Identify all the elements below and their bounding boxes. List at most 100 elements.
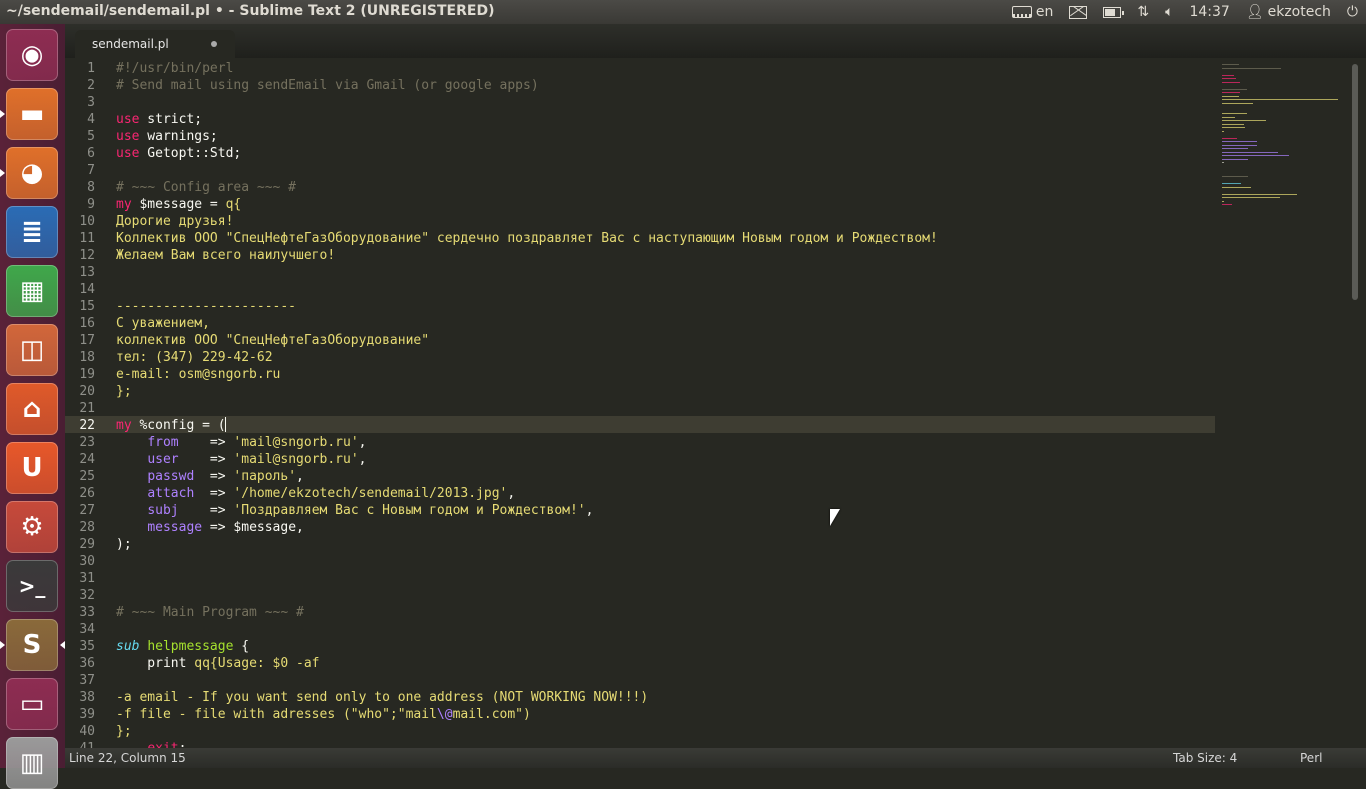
- impress-launcher-button[interactable]: ◫: [6, 324, 58, 376]
- firefox-icon: ◕: [20, 158, 44, 188]
- code-line[interactable]: Дорогие друзья!: [116, 213, 233, 230]
- workspace-switcher-launcher-button[interactable]: ▭: [6, 678, 58, 730]
- terminal-icon: >_: [18, 574, 46, 598]
- user-menu[interactable]: 👤︎ ekzotech: [1246, 4, 1331, 20]
- code-token: # Send mail using sendEmail via Gmail (o…: [116, 78, 539, 93]
- minimap[interactable]: [1218, 58, 1348, 748]
- code-line[interactable]: };: [116, 383, 132, 400]
- keyboard-layout-label: en: [1035, 4, 1054, 20]
- code-token: use: [116, 112, 140, 127]
- code-token: \@: [436, 707, 453, 722]
- code-token: # ~~~ Config area ~~~ #: [116, 180, 297, 195]
- minimap-line: [1222, 99, 1338, 100]
- code-line[interactable]: С уважением,: [116, 315, 210, 332]
- ubuntu-one-launcher-button[interactable]: U: [6, 442, 58, 494]
- code-line[interactable]: my $message = q{: [116, 196, 241, 213]
- code-line[interactable]: e-mail: osm@sngorb.ru: [116, 366, 280, 383]
- code-token: Getopt::Std;: [139, 146, 242, 161]
- battery-indicator[interactable]: [1103, 6, 1125, 18]
- minimap-line: [1222, 113, 1248, 114]
- code-line[interactable]: Коллектив ООО "СпецНефтеГазОборудование"…: [116, 230, 938, 247]
- syntax-setting[interactable]: Perl: [1300, 751, 1322, 765]
- code-line[interactable]: тел: (347) 229-42-62: [116, 349, 273, 366]
- editor-pane[interactable]: 1 2 3 4 5 6 7 8 9 10 11 12 13 14 15 16 17 18 19 20 21 22 23 24 2…: [65, 58, 1366, 748]
- code-line[interactable]: attach => '/home/ekzotech/sendemail/2013…: [116, 485, 515, 502]
- line-number: 24: [79, 452, 95, 467]
- line-number: 35: [79, 639, 95, 654]
- network-indicator[interactable]: ⇅: [1137, 4, 1149, 20]
- code-line[interactable]: };: [116, 723, 132, 740]
- code-line[interactable]: print qq{Usage: $0 -af: [116, 655, 320, 672]
- calc-launcher-button[interactable]: ▦: [6, 265, 58, 317]
- tab-size-setting[interactable]: Tab Size: 4: [1173, 751, 1237, 765]
- code-line[interactable]: sub helpmessage {: [116, 638, 249, 655]
- code-line[interactable]: from => 'mail@sngorb.ru',: [116, 434, 366, 451]
- minimap-line: [1222, 120, 1266, 121]
- line-number: 33: [79, 605, 95, 620]
- code-token: qq{Usage: $0 -af: [194, 656, 320, 671]
- minimap-line: [1222, 116, 1236, 118]
- code-token: helpmessage: [147, 639, 234, 654]
- terminal-launcher-button[interactable]: >_: [6, 560, 58, 612]
- dash-home-launcher-button[interactable]: ◉: [6, 29, 58, 81]
- line-number: 8: [87, 180, 95, 195]
- code-token: =>: [178, 503, 234, 518]
- code-line[interactable]: use Getopt::Std;: [116, 145, 241, 162]
- session-menu[interactable]: ⏻: [1347, 4, 1358, 20]
- trash-icon: ▥: [19, 748, 45, 778]
- code-line[interactable]: коллектив ООО "СпецНефтеГазОборудование": [116, 332, 429, 349]
- firefox-launcher-button[interactable]: ◕: [6, 147, 58, 199]
- code-token: $message =: [131, 197, 226, 212]
- code-line[interactable]: my %config = (: [116, 417, 226, 434]
- code-line[interactable]: -f file - file with adresses ("who";"mai…: [116, 706, 531, 723]
- status-bar: Line 22, Column 15 Tab Size: 4 Perl: [65, 748, 1366, 768]
- code-token: 'mail@sngorb.ru': [233, 435, 359, 450]
- minimap-line: [1222, 186, 1251, 188]
- code-token: mail.com"): [452, 707, 531, 722]
- files-launcher-button[interactable]: ▬: [6, 88, 58, 140]
- code-token: -f file - file with adresses ("who";"mai…: [116, 707, 437, 722]
- code-line[interactable]: # ~~~ Main Program ~~~ #: [116, 604, 304, 621]
- line-number: 4: [87, 112, 95, 127]
- code-line[interactable]: message => $message,: [116, 519, 304, 536]
- scrollbar-thumb[interactable]: [1352, 64, 1358, 300]
- code-token: sub: [116, 639, 140, 654]
- clock[interactable]: 14:37: [1189, 4, 1229, 20]
- code-line[interactable]: user => 'mail@sngorb.ru',: [116, 451, 366, 468]
- code-token: my: [116, 418, 132, 433]
- sublime-text-launcher-button[interactable]: S: [6, 619, 58, 671]
- code-line[interactable]: passwd => 'пароль',: [116, 468, 304, 485]
- code-line[interactable]: subj => 'Поздравляем Вас с Новым годом и…: [116, 502, 593, 519]
- code-token: e-mail: osm@sngorb.ru: [116, 367, 281, 382]
- line-number: 20: [79, 384, 95, 399]
- keyboard-indicator[interactable]: en: [1011, 4, 1054, 20]
- sound-indicator[interactable]: 🔈︎: [1165, 4, 1173, 20]
- code-line[interactable]: exit;: [116, 740, 186, 748]
- minimap-line: [1222, 95, 1239, 97]
- system-settings-launcher-button[interactable]: ⚙: [6, 501, 58, 553]
- writer-launcher-button[interactable]: ≣: [6, 206, 58, 258]
- running-indicator: [0, 641, 5, 649]
- messaging-indicator[interactable]: [1069, 5, 1088, 19]
- minimap-line: [1222, 127, 1246, 128]
- window-title: ~/sendemail/sendemail.pl • - Sublime Tex…: [6, 3, 495, 19]
- line-number: 5: [87, 129, 95, 144]
- code-line[interactable]: # Send mail using sendEmail via Gmail (o…: [116, 77, 539, 94]
- code-line[interactable]: use strict;: [116, 111, 202, 128]
- code-area[interactable]: #!/usr/bin/perl # Send mail using sendEma…: [116, 58, 1216, 748]
- minimap-line: [1222, 74, 1235, 76]
- envelope-icon: [1069, 5, 1088, 19]
- code-line[interactable]: Желаем Вам всего наилучшего!: [116, 247, 335, 264]
- code-line[interactable]: use warnings;: [116, 128, 218, 145]
- code-token: ,: [358, 435, 367, 450]
- code-line[interactable]: -----------------------: [116, 298, 296, 315]
- code-line[interactable]: -a email - If you want send only to one …: [116, 689, 648, 706]
- code-line[interactable]: # ~~~ Config area ~~~ #: [116, 179, 296, 196]
- trash-launcher-button[interactable]: ▥: [6, 737, 58, 789]
- code-line[interactable]: );: [116, 536, 132, 553]
- tab-sendemail[interactable]: sendemail.pl: [75, 30, 235, 58]
- code-line[interactable]: #!/usr/bin/perl: [116, 60, 233, 77]
- software-center-launcher-button[interactable]: ⌂: [6, 383, 58, 435]
- unsaved-dot-icon[interactable]: [211, 41, 217, 47]
